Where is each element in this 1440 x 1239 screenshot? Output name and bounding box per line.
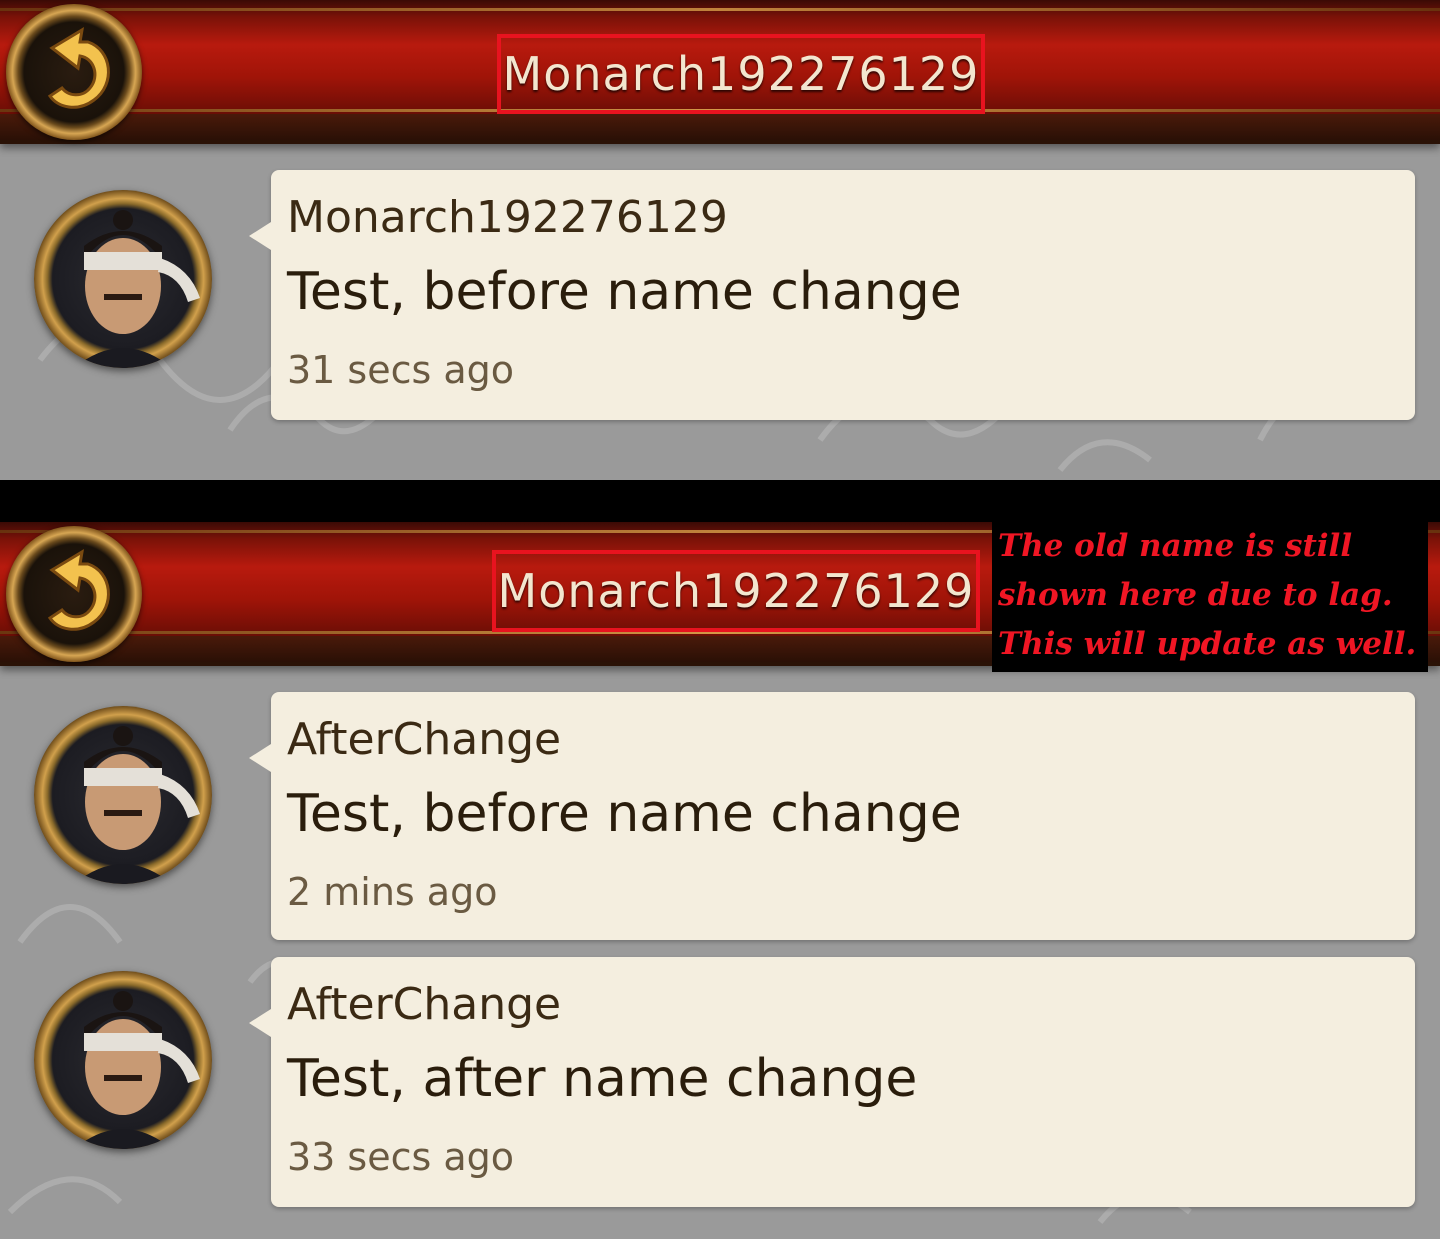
- message-bubble: AfterChange Test, after name change 33 s…: [249, 957, 1415, 1207]
- chat-title: Monarch192276129: [497, 564, 975, 618]
- annotation-line: shown here due to lag.: [998, 577, 1393, 613]
- back-arrow-icon: [47, 549, 110, 631]
- message-sender: Monarch192276129: [287, 192, 728, 243]
- annotation-line: This will update as well.: [998, 626, 1417, 662]
- message-timestamp: 31 secs ago: [287, 348, 515, 392]
- message-text: Test, before name change: [287, 784, 962, 844]
- message-timestamp: 33 secs ago: [287, 1135, 515, 1179]
- chat-screen-before: Monarch192276129 Monarch192276129 Test, …: [0, 0, 1440, 480]
- player-portrait-icon: [74, 991, 200, 1149]
- chat-title-highlight: Monarch192276129: [492, 550, 980, 632]
- avatar[interactable]: [34, 190, 212, 368]
- avatar[interactable]: [34, 971, 212, 1149]
- message-sender: AfterChange: [287, 714, 562, 765]
- back-arrow-icon: [47, 27, 110, 109]
- message-text: Test, after name change: [287, 1049, 918, 1109]
- player-portrait-icon: [74, 210, 200, 368]
- message-text: Test, before name change: [287, 262, 962, 322]
- message-bubble: Monarch192276129 Test, before name chang…: [249, 170, 1415, 420]
- message-timestamp: 2 mins ago: [287, 870, 498, 914]
- chat-title: Monarch192276129: [502, 47, 980, 101]
- back-button[interactable]: [6, 4, 142, 140]
- annotation-callout: The old name is still shown here due to …: [992, 522, 1428, 672]
- annotation-line: The old name is still: [998, 528, 1353, 564]
- back-button[interactable]: [6, 526, 142, 662]
- chat-title-highlight: Monarch192276129: [497, 34, 985, 114]
- message-sender: AfterChange: [287, 979, 562, 1030]
- player-portrait-icon: [74, 726, 200, 884]
- message-bubble: AfterChange Test, before name change 2 m…: [249, 692, 1415, 940]
- avatar[interactable]: [34, 706, 212, 884]
